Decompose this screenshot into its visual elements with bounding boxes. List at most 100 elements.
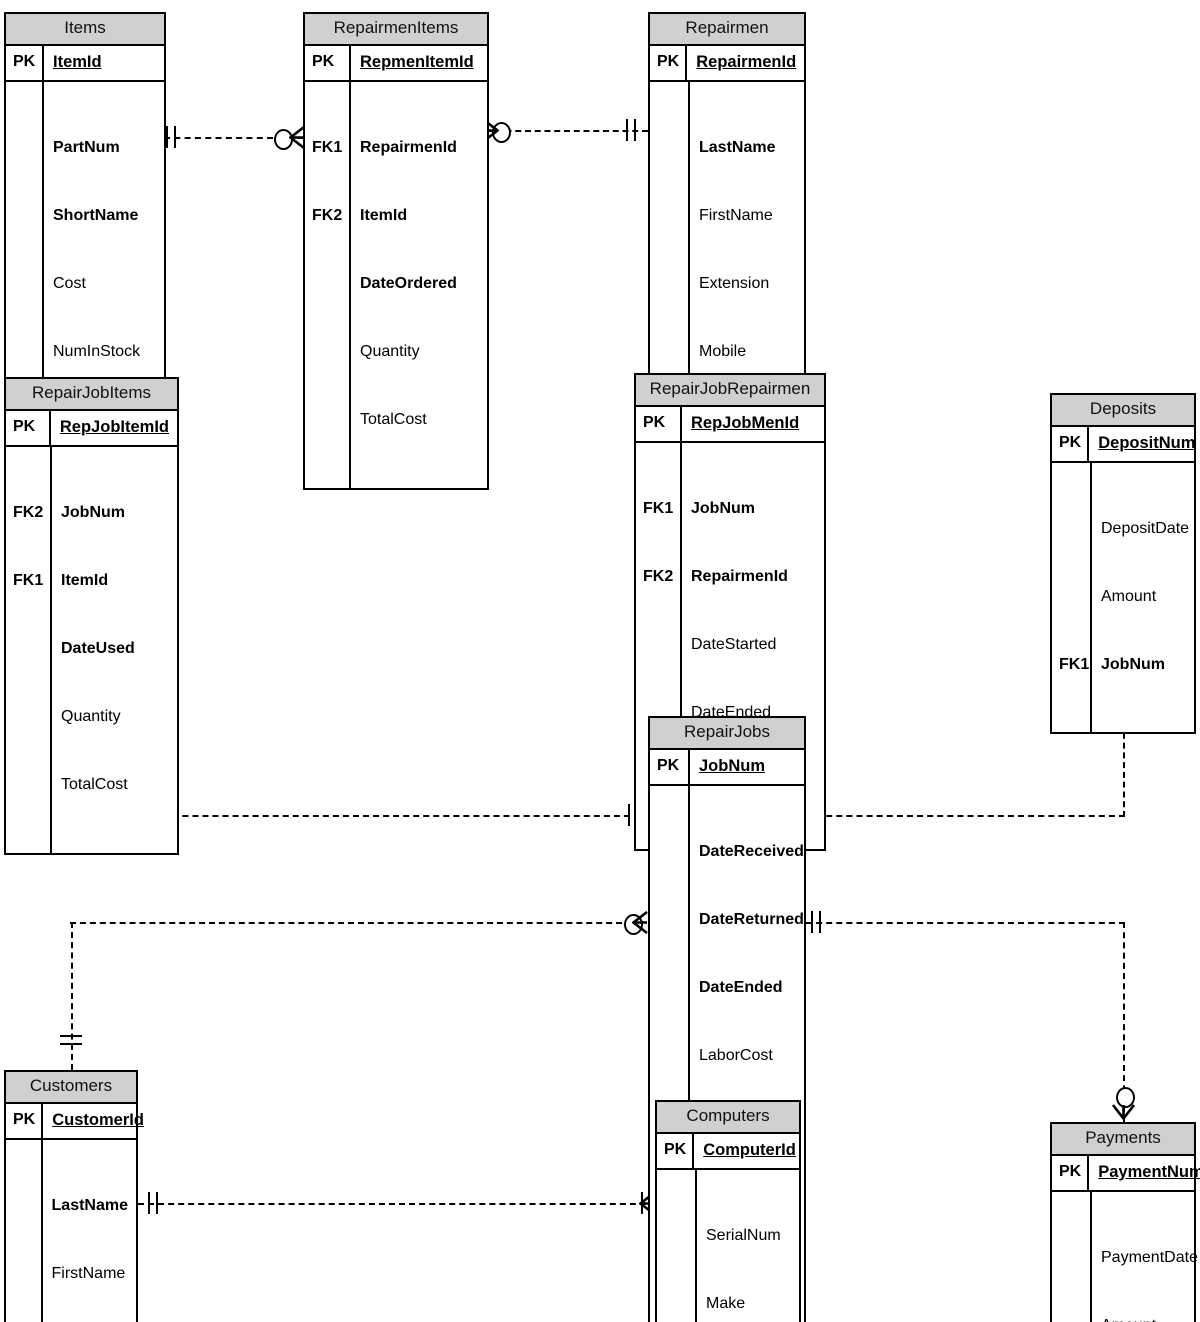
pk-key-label: PK: [636, 406, 682, 442]
pk-name: JobNum: [699, 756, 765, 775]
pk-name: RepairmenId: [696, 52, 797, 71]
entity-title: Items: [6, 14, 164, 46]
cardinality-exactly-one: [166, 126, 177, 148]
attribute-block: X LastName FirstName Extension Mobile: [650, 82, 804, 420]
attribute: DateReceived: [699, 842, 804, 860]
attribute: Make: [706, 1295, 746, 1312]
fk-label: FK2: [643, 568, 674, 585]
entity-repairjobitems[interactable]: RepairJobItems PK RepJobItemId FK2 FK1 J…: [4, 377, 179, 855]
entity-payments[interactable]: Payments PK PaymentNum FK1 PaymentDate A…: [1050, 1122, 1200, 1322]
attribute: Quantity: [61, 708, 121, 726]
entity-computers[interactable]: Computers PK ComputerId FK1 SerialNum Ma…: [655, 1100, 801, 1322]
attribute-block: FK1 FK2 RepairmenId ItemId DateOrdered Q…: [305, 82, 487, 488]
attribute: DepositDate: [1101, 519, 1190, 537]
pk-key-label: PK: [6, 410, 51, 446]
attribute: SerialNum: [706, 1226, 781, 1244]
attribute: LastName: [51, 1196, 128, 1214]
entity-title: Payments: [1052, 1124, 1194, 1156]
pk-key-label: PK: [657, 1133, 695, 1169]
attribute: Mobile: [699, 343, 747, 361]
pk-name: RepJobItemId: [59, 417, 169, 436]
cardinality-crows-foot: [632, 911, 648, 934]
attribute: Amount: [1101, 588, 1157, 605]
attribute: LastName: [699, 138, 776, 156]
connector-customers-repairjobs-horizontal: [70, 922, 632, 924]
entity-title: RepairJobs: [650, 718, 804, 750]
attribute: DateEnded: [699, 979, 783, 997]
attribute-block: FK1 DepositDate Amount JobNum: [1052, 463, 1194, 733]
attribute: DateUsed: [61, 640, 135, 658]
attribute: DateReturned: [699, 911, 804, 928]
attribute: DateOrdered: [360, 275, 457, 293]
cardinality-exactly-one: [626, 119, 637, 141]
entity-title: Repairmen: [650, 14, 804, 46]
primary-key-row: PK RepairmenId: [650, 45, 804, 83]
attribute: FirstName: [51, 1265, 126, 1282]
entity-customers[interactable]: Customers PK CustomerId X LastName First…: [4, 1070, 144, 1322]
attribute: RepairmenId: [691, 568, 788, 585]
cardinality-exactly-one: [60, 1035, 82, 1046]
attribute: DateStarted: [691, 636, 777, 654]
fk-label: FK1: [643, 499, 674, 517]
cardinality-exactly-one: [811, 911, 822, 933]
attribute: LaborCost: [699, 1047, 773, 1065]
primary-key-row: PK ItemId: [6, 45, 164, 83]
attribute: JobNum: [1101, 656, 1165, 674]
attribute: PartNum: [53, 138, 120, 156]
pk-key-label: PK: [1052, 426, 1090, 462]
fk-label: FK1: [1059, 656, 1090, 674]
connector-payments-repairjobs-horizontal: [806, 922, 1125, 924]
primary-key-row: PK RepJobItemId: [6, 410, 177, 448]
attribute: ShortName: [53, 207, 139, 224]
connector-deposits-repairjobs-horizontal: [806, 815, 1125, 817]
attribute: ItemId: [61, 572, 109, 589]
attribute: TotalCost: [61, 776, 128, 794]
entity-deposits[interactable]: Deposits PK DepositNum FK1 DepositDate A…: [1050, 393, 1196, 735]
pk-name: PaymentNum: [1098, 1162, 1200, 1181]
fk-label: FK1: [312, 138, 343, 156]
attribute: JobNum: [691, 499, 755, 517]
primary-key-row: PK JobNum: [650, 749, 804, 787]
attribute: Amount: [1101, 1315, 1198, 1322]
attribute-block: FK1 SerialNum Make Model CustomerId: [657, 1170, 799, 1322]
pk-key-label: PK: [1052, 1155, 1090, 1191]
attribute: RepairmenId: [360, 138, 457, 156]
pk-name: CustomerId: [52, 1110, 144, 1129]
attribute: NumInStock: [53, 343, 141, 361]
primary-key-row: PK RepmenItemId: [305, 45, 487, 83]
attribute-block: X PartNum ShortName Cost NumInStock: [6, 82, 164, 420]
attribute: FirstName: [699, 207, 773, 224]
primary-key-row: PK PaymentNum: [1052, 1155, 1200, 1193]
entity-title: RepairmenItems: [305, 14, 487, 46]
connector-customers-repairjobs-vertical: [71, 922, 73, 1070]
attribute: Cost: [53, 275, 86, 293]
entity-title: RepairJobRepairmen: [636, 375, 824, 407]
pk-name: ComputerId: [703, 1140, 796, 1159]
attribute: Quantity: [360, 343, 420, 361]
attribute: PaymentDate: [1101, 1248, 1198, 1266]
fk-label: FK2: [312, 207, 343, 224]
fk-label: FK1: [13, 572, 44, 589]
cardinality-exactly-one: [148, 1192, 159, 1214]
entity-repairmen[interactable]: Repairmen PK RepairmenId X LastName Firs…: [648, 12, 806, 422]
pk-name: RepJobMenId: [691, 413, 800, 432]
attribute: Extension: [699, 275, 770, 293]
er-diagram-canvas: Items PK ItemId X PartNum ShortName Cost…: [0, 0, 1200, 1322]
pk-key-label: PK: [650, 749, 690, 785]
attribute: ItemId: [360, 207, 408, 224]
entity-title: RepairJobItems: [6, 379, 177, 411]
attribute-block: FK1 PaymentDate Amount JobNum: [1052, 1192, 1198, 1322]
entity-title: Deposits: [1052, 395, 1194, 427]
attribute-block: X LastName FirstName Email HTel Mobile: [6, 1140, 136, 1322]
attribute: TotalCost: [360, 411, 427, 429]
attribute-block: FK2 FK1 JobNum ItemId DateUsed Quantity …: [6, 447, 177, 853]
pk-key-label: PK: [650, 45, 688, 81]
pk-name: DepositNum: [1098, 433, 1196, 452]
fk-label: FK2: [13, 503, 44, 521]
entity-title: Computers: [657, 1102, 799, 1134]
primary-key-row: PK ComputerId: [657, 1133, 799, 1171]
connector-customers-computers: [138, 1203, 656, 1205]
attribute: JobNum: [61, 503, 125, 521]
entity-items[interactable]: Items PK ItemId X PartNum ShortName Cost…: [4, 12, 166, 422]
entity-repairmenitems[interactable]: RepairmenItems PK RepmenItemId FK1 FK2 R…: [303, 12, 489, 490]
